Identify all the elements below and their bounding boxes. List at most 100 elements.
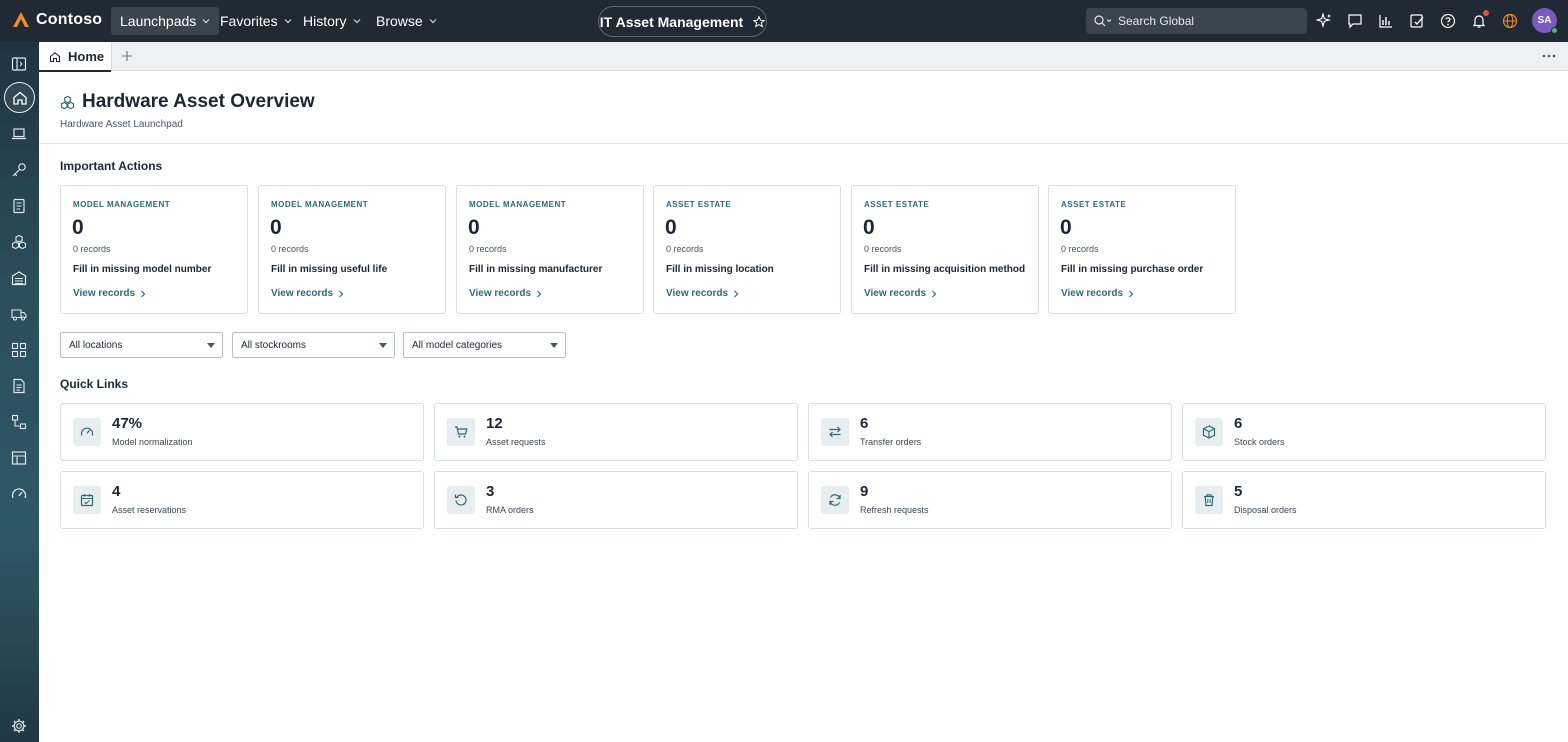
quick-link-value: 3 — [486, 483, 495, 500]
quick-link-value: 4 — [112, 483, 121, 500]
quick-link-label: RMA orders — [486, 505, 534, 515]
view-records-link[interactable]: View records — [469, 288, 542, 299]
home-icon — [49, 51, 61, 63]
action-card-description: Fill in missing useful life — [271, 264, 388, 275]
app-name: IT Asset Management — [599, 13, 744, 30]
view-records-link[interactable]: View records — [666, 288, 739, 299]
quick-link-value: 6 — [860, 415, 869, 432]
quick-link-refresh-requests[interactable]: 9 Refresh requests — [808, 471, 1172, 529]
search-input[interactable] — [1118, 14, 1278, 28]
help-icon[interactable] — [1438, 11, 1458, 31]
model-category-filter-select[interactable]: All model categories — [403, 332, 566, 358]
refresh-icon — [821, 486, 849, 514]
page-title: Hardware Asset Overview — [82, 91, 315, 112]
nav-menu-launchpads[interactable]: Launchpads — [111, 7, 220, 35]
workflow-icon[interactable] — [9, 412, 29, 432]
truck-icon[interactable] — [9, 304, 29, 324]
nav-menu-history[interactable]: History — [294, 7, 370, 35]
chevron-right-icon — [338, 290, 344, 298]
user-avatar[interactable]: SA — [1532, 8, 1558, 34]
action-card-records: 0 records — [864, 244, 902, 254]
brand-name: Contoso — [36, 11, 103, 28]
quick-link-label: Asset requests — [486, 437, 546, 447]
action-card-records: 0 records — [1061, 244, 1099, 254]
quick-link-rma-orders[interactable]: 3 RMA orders — [434, 471, 798, 529]
action-card-value: 0 — [72, 216, 84, 239]
checklist-icon[interactable] — [1407, 11, 1427, 31]
bar-chart-icon[interactable] — [1376, 11, 1396, 31]
action-card-description: Fill in missing model number — [73, 264, 212, 275]
location-filter-select[interactable]: All locations — [60, 332, 223, 358]
quick-link-label: Model normalization — [112, 437, 193, 447]
stockroom-filter-value: All stockrooms — [241, 339, 307, 351]
brand-logo[interactable]: Contoso — [12, 9, 102, 31]
action-card-description: Fill in missing acquisition method — [864, 264, 1026, 275]
action-card-value: 0 — [1060, 216, 1072, 239]
apps-grid-icon[interactable] — [9, 340, 29, 360]
file-text-icon[interactable] — [9, 376, 29, 396]
quick-link-label: Disposal orders — [1234, 505, 1297, 515]
quick-link-disposal-orders[interactable]: 5 Disposal orders — [1182, 471, 1546, 529]
sidebar-toggle-icon[interactable] — [9, 54, 29, 74]
chevron-down-icon — [202, 17, 210, 25]
quick-link-stock-orders[interactable]: 6 Stock orders — [1182, 403, 1546, 461]
quick-link-model-normalization[interactable]: 47% Model normalization — [60, 403, 424, 461]
nav-menu-label: Browse — [376, 13, 423, 29]
action-card-category: MODEL MANAGEMENT — [73, 200, 171, 209]
laptop-icon[interactable] — [9, 124, 29, 144]
sparkle-icon[interactable] — [1314, 11, 1334, 31]
warehouse-icon[interactable] — [9, 268, 29, 288]
action-card-location: ASSET ESTATE 0 0 records Fill in missing… — [653, 185, 841, 314]
action-card-value: 0 — [863, 216, 875, 239]
view-records-label: View records — [666, 288, 729, 299]
settings-gear-icon[interactable] — [9, 716, 29, 736]
cubes-icon[interactable] — [9, 232, 29, 252]
stockroom-filter-select[interactable]: All stockrooms — [232, 332, 395, 358]
tab-strip: Home — [39, 42, 1568, 72]
star-icon[interactable] — [753, 15, 766, 28]
bell-icon[interactable] — [1469, 10, 1489, 31]
model-category-filter-value: All model categories — [412, 339, 503, 351]
view-records-link[interactable]: View records — [864, 288, 937, 299]
contoso-logo-icon — [12, 11, 30, 29]
globe-icon[interactable] — [1500, 11, 1520, 31]
view-records-link[interactable]: View records — [1061, 288, 1134, 299]
action-card-description: Fill in missing location — [666, 264, 774, 275]
dashboard-gauge-icon[interactable] — [9, 484, 29, 504]
quick-link-transfer-orders[interactable]: 6 Transfer orders — [808, 403, 1172, 461]
app-name-pill[interactable]: IT Asset Management — [598, 6, 767, 37]
key-icon[interactable] — [9, 160, 29, 180]
search-icon[interactable] — [1094, 15, 1112, 27]
nav-menu-favorites[interactable]: Favorites — [211, 7, 301, 35]
action-card-records: 0 records — [271, 244, 309, 254]
table-icon[interactable] — [9, 448, 29, 468]
document-list-icon[interactable] — [9, 196, 29, 216]
chevron-down-icon — [429, 17, 437, 25]
view-records-link[interactable]: View records — [271, 288, 344, 299]
add-tab-icon[interactable] — [120, 49, 134, 63]
chevron-down-icon — [284, 17, 292, 25]
action-card-records: 0 records — [73, 244, 111, 254]
gauge-icon — [73, 418, 101, 446]
quick-link-asset-requests[interactable]: 12 Asset requests — [434, 403, 798, 461]
chevron-down-icon — [353, 17, 361, 25]
quick-link-label: Refresh requests — [860, 505, 929, 515]
caret-down-icon — [550, 343, 558, 348]
quick-link-asset-reservations[interactable]: 4 Asset reservations — [60, 471, 424, 529]
more-options-icon[interactable] — [1542, 51, 1556, 61]
quick-link-label: Transfer orders — [860, 437, 922, 447]
nav-menu-browse[interactable]: Browse — [367, 7, 446, 35]
quick-link-value: 5 — [1234, 483, 1243, 500]
chevron-right-icon — [536, 290, 542, 298]
action-card-category: ASSET ESTATE — [864, 200, 930, 209]
tab-home[interactable]: Home — [39, 42, 112, 72]
cubes-icon — [60, 95, 75, 110]
view-records-link[interactable]: View records — [73, 288, 146, 299]
view-records-label: View records — [73, 288, 136, 299]
chat-icon[interactable] — [1345, 11, 1365, 31]
global-search[interactable] — [1086, 8, 1307, 34]
home-icon[interactable] — [4, 82, 35, 113]
chevron-right-icon — [1128, 290, 1134, 298]
transfer-icon — [821, 418, 849, 446]
nav-menu-label: Favorites — [220, 13, 278, 29]
